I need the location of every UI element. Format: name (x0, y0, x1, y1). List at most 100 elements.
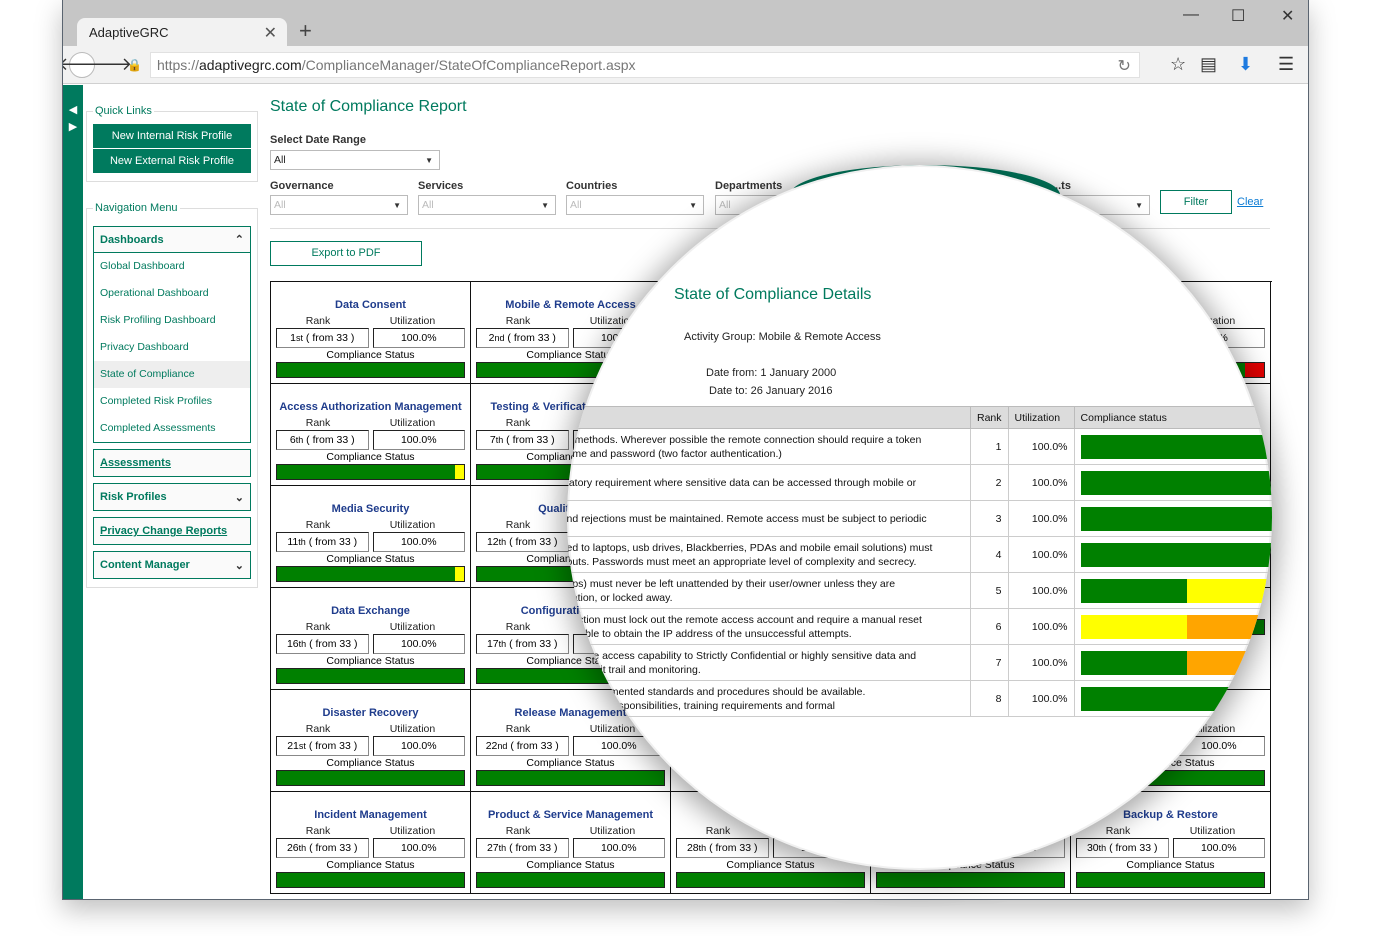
row-utilization: 100.0% (1007, 500, 1075, 537)
compliance-status-bar (276, 872, 465, 888)
new-tab-icon[interactable]: + (299, 18, 312, 44)
compliance-status-bar (276, 770, 465, 786)
compliance-status-bar (276, 566, 465, 582)
row-utilization: 100.0% (1007, 572, 1075, 609)
compliance-status-label: Compliance Status (326, 451, 415, 463)
row-utilization: 100.0% (1007, 464, 1075, 501)
rank-label: Rank (505, 621, 531, 633)
collapse-left-icon[interactable]: ◀ (63, 103, 83, 116)
rank-label: Rank (505, 723, 531, 735)
forward-icon[interactable]: 🡒 (84, 52, 132, 78)
address-bar[interactable]: https://adaptivegrc.com/ComplianceManage… (149, 51, 1140, 78)
dashboards-section: Dashboards ⌃ Global Dashboard Operationa… (93, 226, 251, 443)
col-compliance-status: Compliance status (1073, 406, 1272, 429)
row-rank: 1 (970, 428, 1009, 465)
row-compliance-status (1073, 500, 1272, 537)
new-external-risk-profile-button[interactable]: New External Risk Profile (93, 149, 251, 173)
services-filter: Services All ▼ (418, 180, 556, 215)
status-segment (277, 567, 455, 581)
export-to-pdf-button[interactable]: Export to PDF (270, 241, 422, 266)
rank-value: 6th ( from 33 ) (276, 430, 369, 450)
status-segment (1187, 650, 1272, 675)
compliance-status-bar (1080, 686, 1272, 711)
compliance-card[interactable]: Media Security Rank Utilization 11th ( fr… (271, 486, 471, 588)
menu-icon[interactable]: ☰ (1278, 54, 1294, 75)
utilization-label: Utilization (389, 315, 436, 327)
rank-label: Rank (505, 519, 531, 531)
content-manager-label: Content Manager (100, 559, 190, 571)
privacy-change-reports-link[interactable]: Privacy Change Reports (94, 518, 250, 544)
browser-tab[interactable]: AdaptiveGRC ✕ (77, 18, 287, 46)
row-rank: 8 (970, 680, 1009, 717)
status-segment (277, 363, 464, 377)
requirement-text: nd rejections must be maintained. Remote… (567, 500, 971, 537)
close-tab-icon[interactable]: ✕ (264, 23, 277, 43)
governance-select[interactable]: All ▼ (270, 195, 408, 215)
compliance-status-label: Compliance Status (326, 349, 415, 361)
requirement-text: ted, documented standards and procedures… (567, 680, 971, 717)
chevron-up-icon: ⌃ (234, 234, 244, 246)
sidebar-item-completed-risk-profiles[interactable]: Completed Risk Profiles (94, 388, 250, 415)
sidebar-item-global-dashboard[interactable]: Global Dashboard (94, 253, 250, 280)
assessments-link[interactable]: Assessments (94, 450, 250, 476)
compliance-status-label: Compliance Status (326, 859, 415, 871)
dropdown-arrow-icon: ▼ (541, 200, 549, 210)
content-manager-section[interactable]: Content Manager ⌄ (93, 551, 251, 579)
risk-profiles-header[interactable]: Risk Profiles ⌄ (94, 484, 250, 510)
row-utilization: 100.0% (1007, 680, 1075, 717)
compliance-card[interactable]: Incident Management Rank Utilization 26th… (271, 792, 471, 894)
download-icon[interactable]: ⬇ (1238, 54, 1253, 75)
row-rank: 2 (970, 464, 1009, 501)
details-panel: State of Compliance Details Activity Gro… (567, 165, 1272, 870)
risk-profiles-label: Risk Profiles (100, 491, 167, 503)
card-title: Access Authorization Management (279, 401, 462, 413)
compliance-status-label: Compliance Status (326, 655, 415, 667)
col-utilization: Utilization (1007, 406, 1075, 429)
status-segment (1187, 614, 1272, 639)
sidebar: Quick Links New Internal Risk Profile Ne… (86, 85, 258, 588)
expand-right-icon[interactable]: ▶ (63, 120, 83, 133)
reader-icon[interactable]: ▤ (1200, 54, 1217, 75)
row-rank: 5 (970, 572, 1009, 609)
maximize-icon[interactable]: ☐ (1231, 6, 1245, 26)
compliance-card[interactable]: Data Consent Rank Utilization 1st ( from … (271, 282, 471, 384)
risk-profiles-section[interactable]: Risk Profiles ⌄ (93, 483, 251, 511)
compliance-status-bar (1080, 614, 1272, 639)
services-select[interactable]: All ▼ (418, 195, 556, 215)
status-segment (477, 873, 664, 887)
sidebar-item-risk-profiling-dashboard[interactable]: Risk Profiling Dashboard (94, 307, 250, 334)
details-magnifier: State of Compliance Details Activity Gro… (567, 165, 1272, 870)
status-segment (677, 873, 864, 887)
sidebar-item-state-of-compliance[interactable]: State of Compliance (94, 361, 250, 388)
status-segment (1080, 614, 1187, 639)
url-path: /ComplianceManager/StateOfComplianceRepo… (301, 56, 636, 73)
assessments-section[interactable]: Assessments (93, 449, 251, 477)
nav-bar: 🡐 🡒 🔒 https://adaptivegrc.com/Compliance… (63, 46, 1308, 84)
compliance-status-bar (1076, 872, 1265, 888)
compliance-card[interactable]: Disaster Recovery Rank Utilization 21st (… (271, 690, 471, 792)
new-internal-risk-profile-button[interactable]: New Internal Risk Profile (93, 124, 251, 148)
sidebar-item-privacy-dashboard[interactable]: Privacy Dashboard (94, 334, 250, 361)
compliance-status-bar (1080, 578, 1272, 603)
privacy-change-reports-section[interactable]: Privacy Change Reports (93, 517, 251, 545)
rank-label: Rank (505, 315, 531, 327)
utilization-label: Utilization (389, 825, 436, 837)
close-window-icon[interactable]: ✕ (1281, 6, 1294, 26)
row-utilization: 100.0% (1007, 608, 1075, 645)
content-manager-header[interactable]: Content Manager ⌄ (94, 552, 250, 578)
rank-label: Rank (305, 723, 331, 735)
compliance-card[interactable]: Data Exchange Rank Utilization 16th ( fro… (271, 588, 471, 690)
sidebar-item-operational-dashboard[interactable]: Operational Dashboard (94, 280, 250, 307)
dashboards-header[interactable]: Dashboards ⌃ (94, 227, 250, 253)
sidebar-item-completed-assessments[interactable]: Completed Assessments (94, 415, 250, 442)
rank-label: Rank (305, 825, 331, 837)
minimize-icon[interactable]: — (1183, 6, 1199, 24)
quick-links: Quick Links New Internal Risk Profile Ne… (86, 105, 258, 182)
compliance-card[interactable]: Access Authorization Management Rank Util… (271, 384, 471, 486)
card-title: Media Security (331, 503, 410, 515)
rank-label: Rank (505, 825, 531, 837)
reload-icon[interactable]: ↻ (1118, 56, 1131, 76)
date-range-value: All (274, 154, 286, 166)
date-range-select[interactable]: All ▼ (270, 150, 440, 170)
star-icon[interactable]: ☆ (1170, 54, 1186, 75)
